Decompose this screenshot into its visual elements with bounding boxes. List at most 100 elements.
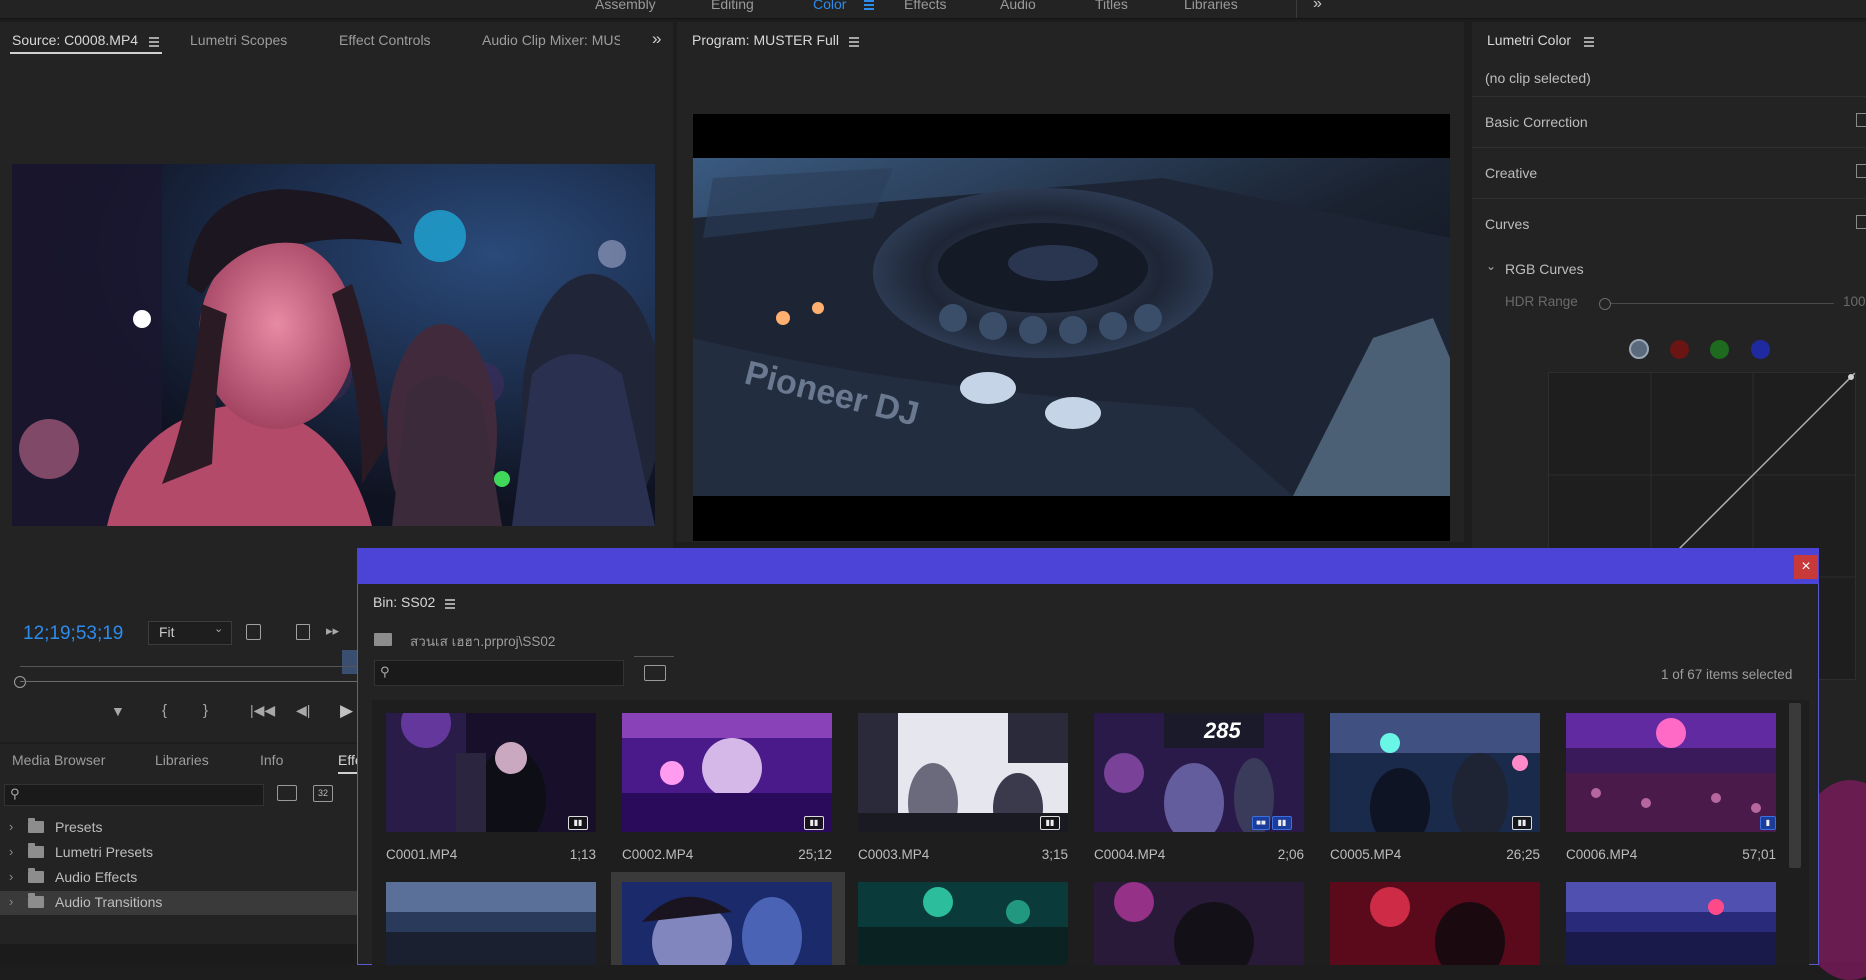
navigate-up-folder-icon[interactable] xyxy=(374,633,392,646)
bin-title[interactable]: Bin: SS02 xyxy=(373,594,435,610)
curves-header[interactable]: Curves xyxy=(1485,216,1529,232)
mark-in-icon[interactable]: { xyxy=(162,702,167,719)
workspace-tab-color[interactable]: Color xyxy=(813,0,846,12)
tab-effect-controls[interactable]: Effect Controls xyxy=(339,32,431,48)
basic-correction-header[interactable]: Basic Correction xyxy=(1485,114,1588,130)
clip-thumbnail-c0002[interactable]: ▮▮ xyxy=(622,713,832,832)
clip-thumbnail-c0001[interactable]: ▮▮ xyxy=(386,713,596,832)
play-icon[interactable]: ▶ xyxy=(340,701,353,721)
scrubber-handle[interactable] xyxy=(14,676,26,688)
tab-overflow-icon[interactable]: » xyxy=(652,29,661,49)
close-button[interactable]: × xyxy=(1794,555,1818,579)
bin-menu-icon[interactable] xyxy=(445,599,455,611)
playhead-marker[interactable] xyxy=(342,650,357,674)
tree-item-audio-effects[interactable]: › Audio Effects xyxy=(0,866,357,890)
clip-thumbnail-c0012[interactable] xyxy=(1566,882,1776,965)
clip-duration-c0004: 2;06 xyxy=(1277,847,1304,862)
creative-checkbox[interactable] xyxy=(1856,164,1866,178)
hdr-range-value[interactable]: 100 xyxy=(1843,294,1866,309)
search-icon: ⚲ xyxy=(380,664,390,679)
workspace-tab-libraries[interactable]: Libraries xyxy=(1184,0,1238,12)
chevron-down-icon[interactable]: ⌄ xyxy=(1486,259,1496,273)
zoom-select[interactable]: Fit ⌄ xyxy=(148,621,232,645)
source-timecode[interactable]: 12;19;53;19 xyxy=(23,623,123,645)
tab-source[interactable]: Source: C0008.MP4 xyxy=(12,32,138,48)
tab-libraries[interactable]: Libraries xyxy=(155,752,209,768)
clip-thumbnail-c0007[interactable] xyxy=(386,882,596,965)
chevron-right-icon[interactable]: › xyxy=(9,869,13,884)
tab-lumetri-scopes[interactable]: Lumetri Scopes xyxy=(190,32,287,48)
workspace-menu-icon[interactable] xyxy=(864,0,874,12)
clip-thumbnail-c0004[interactable]: 285 ■■ ▮▮ xyxy=(1094,713,1304,832)
program-panel-menu-icon[interactable] xyxy=(849,37,859,49)
bin-search-input[interactable]: ⚲ xyxy=(374,660,624,686)
clip-name-c0005[interactable]: C0005.MP4 xyxy=(1330,847,1401,862)
clip-thumbnail-c0006[interactable]: ▮ xyxy=(1566,713,1776,832)
settings-square-icon[interactable] xyxy=(246,624,261,640)
luma-channel-button[interactable] xyxy=(1629,339,1649,359)
basic-correction-checkbox[interactable] xyxy=(1856,113,1866,127)
zoom-select-value: Fit xyxy=(159,624,175,640)
clip-thumbnail-c0003[interactable]: ▮▮ xyxy=(858,713,1068,832)
workspace-tab-editing[interactable]: Editing xyxy=(711,0,754,12)
clip-name-c0001[interactable]: C0001.MP4 xyxy=(386,847,457,862)
blue-channel-button[interactable] xyxy=(1751,340,1770,359)
32bit-filter-icon[interactable]: 32 xyxy=(313,785,333,802)
source-panel-menu-icon[interactable] xyxy=(149,37,159,49)
chevron-right-icon[interactable]: › xyxy=(9,844,13,859)
go-to-in-icon[interactable]: |◀◀ xyxy=(250,702,275,719)
workspace-tab-titles[interactable]: Titles xyxy=(1095,0,1128,12)
source-video-frame[interactable] xyxy=(12,164,655,526)
curves-checkbox[interactable] xyxy=(1856,215,1866,229)
tree-item-lumetri-presets[interactable]: › Lumetri Presets xyxy=(0,841,357,865)
lumetri-clip-selector[interactable]: (no clip selected) xyxy=(1485,70,1591,86)
clip-name-c0006[interactable]: C0006.MP4 xyxy=(1566,847,1637,862)
folder-icon xyxy=(28,818,44,833)
lumetri-menu-icon[interactable] xyxy=(1584,37,1594,49)
tab-media-browser[interactable]: Media Browser xyxy=(12,752,105,768)
clip-name-c0002[interactable]: C0002.MP4 xyxy=(622,847,693,862)
program-video-frame[interactable]: Pioneer DJ xyxy=(693,158,1450,496)
bin-path: สวนเส เฮฮา.prproj\SS02 xyxy=(410,634,556,649)
tree-item-presets[interactable]: › Presets xyxy=(0,816,357,840)
red-channel-button[interactable] xyxy=(1670,340,1689,359)
marker-icon[interactable]: ▼ xyxy=(111,703,125,719)
clip-name-c0004[interactable]: C0004.MP4 xyxy=(1094,847,1165,862)
program-monitor-title[interactable]: Program: MUSTER Full xyxy=(692,32,839,48)
creative-header[interactable]: Creative xyxy=(1485,165,1537,181)
tab-info[interactable]: Info xyxy=(260,752,283,768)
clip-thumbnail-c0010[interactable] xyxy=(1094,882,1304,965)
hdr-range-slider-handle[interactable] xyxy=(1599,298,1611,310)
clip-thumbnail-c0005[interactable]: ▮▮ xyxy=(1330,713,1540,832)
export-frame-icon[interactable] xyxy=(296,624,310,640)
clip-name-c0003[interactable]: C0003.MP4 xyxy=(858,847,929,862)
workspace-tab-audio[interactable]: Audio xyxy=(1000,0,1036,12)
tree-item-audio-transitions[interactable]: › Audio Transitions xyxy=(0,891,357,915)
video-audio-badge-icon: ▮▮ xyxy=(1512,816,1532,830)
step-back-icon[interactable]: ◀| xyxy=(296,702,310,719)
bin-scrollbar[interactable] xyxy=(1789,703,1801,868)
clip-thumbnail-c0011[interactable] xyxy=(1330,882,1540,965)
workspace-tab-assembly[interactable]: Assembly xyxy=(595,0,656,12)
chevron-right-icon[interactable]: › xyxy=(9,819,13,834)
video-audio-badge-icon: ▮▮ xyxy=(568,816,588,830)
source-scrubber-track[interactable] xyxy=(20,666,357,667)
tab-audio-clip-mixer[interactable]: Audio Clip Mixer: MUST xyxy=(482,32,620,48)
insert-icon[interactable]: ▸▸ xyxy=(326,623,339,639)
bin-window-titlebar[interactable] xyxy=(357,548,1819,584)
workspace-overflow-icon[interactable]: » xyxy=(1313,0,1322,13)
clip-thumbnail-c0009[interactable] xyxy=(858,882,1068,965)
lumetri-title[interactable]: Lumetri Color xyxy=(1487,32,1571,48)
find-icon[interactable] xyxy=(644,665,666,681)
hdr-range-slider[interactable] xyxy=(1600,303,1834,304)
effects-search-input[interactable]: ⚲ xyxy=(4,784,264,806)
workspace-tab-effects[interactable]: Effects xyxy=(904,0,947,12)
rgb-curves-header[interactable]: RGB Curves xyxy=(1505,261,1584,277)
clip-thumbnail-c0008[interactable] xyxy=(622,882,832,965)
mark-out-icon[interactable]: } xyxy=(203,702,208,719)
hdr-range-label: HDR Range xyxy=(1505,294,1578,309)
chevron-right-icon[interactable]: › xyxy=(9,894,13,909)
green-channel-button[interactable] xyxy=(1710,340,1729,359)
folder-icon xyxy=(28,868,44,883)
new-custom-bin-icon[interactable] xyxy=(277,785,297,801)
